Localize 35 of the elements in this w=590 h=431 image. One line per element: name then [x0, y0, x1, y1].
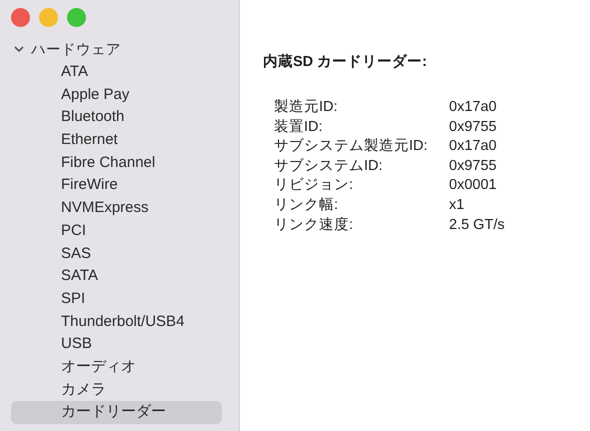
- close-button[interactable]: [11, 8, 30, 27]
- property-label: サブシステム製造元ID:: [274, 137, 429, 156]
- sidebar-item[interactable]: USB: [11, 333, 222, 356]
- sidebar-group[interactable]: ハードウェア: [0, 27, 239, 60]
- sidebar-item[interactable]: Fibre Channel: [11, 152, 222, 174]
- minimize-button[interactable]: [39, 8, 58, 27]
- sidebar-item[interactable]: SAS: [11, 242, 222, 266]
- property-value: 0x17a0: [449, 137, 498, 156]
- property-value: x1: [449, 196, 466, 215]
- sidebar-item[interactable]: PCI: [11, 220, 222, 242]
- sidebar-item[interactable]: カメラ: [11, 378, 222, 402]
- sidebar-item[interactable]: Ethernet: [11, 129, 222, 152]
- property-value: 0x0001: [449, 176, 498, 196]
- sidebar-item[interactable]: FireWire: [11, 174, 222, 198]
- property-value: 0x9755: [449, 156, 498, 176]
- sidebar-item[interactable]: オーディオ: [11, 356, 222, 379]
- sidebar-item[interactable]: ATA: [11, 61, 222, 84]
- sidebar-item[interactable]: SATA: [11, 265, 222, 288]
- sidebar-item[interactable]: SPI: [11, 288, 222, 311]
- property-value: 2.5 GT/s: [449, 216, 506, 235]
- section-title: 内蔵SD カードリーダー:: [263, 52, 428, 71]
- sidebar-item[interactable]: NVMExpress: [11, 197, 222, 220]
- sidebar-item[interactable]: Thunderbolt/USB4: [11, 310, 222, 334]
- property-label: サブシステムID:: [274, 156, 384, 176]
- zoom-button[interactable]: [67, 8, 86, 27]
- property-label: 製造元ID:: [274, 98, 339, 117]
- sidebar-item[interactable]: Bluetooth: [11, 106, 222, 130]
- property-label: リンク幅:: [274, 196, 340, 215]
- property-value: 0x9755: [449, 118, 498, 137]
- property-label: リンク速度:: [274, 216, 354, 235]
- sidebar-item[interactable]: Apple Pay: [11, 84, 222, 106]
- property-label: リビジョン:: [274, 176, 354, 196]
- property-value: 0x17a0: [449, 98, 498, 117]
- sidebar-item[interactable]: カードリーダー: [11, 401, 222, 424]
- property-label: 装置ID:: [274, 118, 324, 137]
